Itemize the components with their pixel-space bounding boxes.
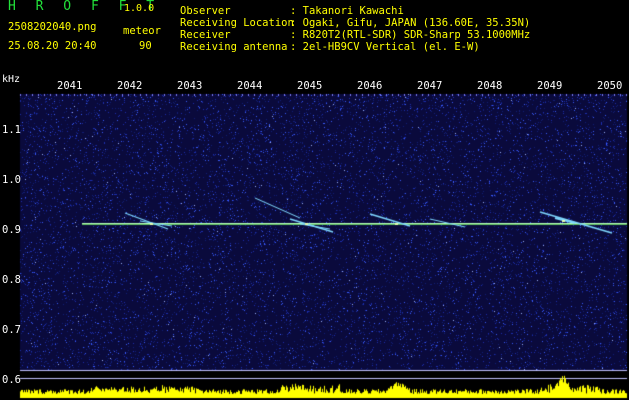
observer-value: : Takanori Kawachi <box>290 5 404 17</box>
freq-tick: 0.6 <box>2 374 21 386</box>
spectrogram-canvas <box>0 0 629 400</box>
meteor-label: meteor <box>123 25 161 37</box>
time-tick: 2047 <box>417 80 443 92</box>
hroft-screen: H R O F F T 1.0.0 2508202040.png 25.08.2… <box>0 0 629 400</box>
time-tick: 2043 <box>177 80 203 92</box>
freq-tick: 0.8 <box>2 274 21 286</box>
freq-tick: 1.0 <box>2 174 21 186</box>
time-tick: 2046 <box>357 80 383 92</box>
time-tick: 2042 <box>117 80 143 92</box>
location-value: : Ogaki, Gifu, JAPAN (136.60E, 35.35N) <box>290 17 531 29</box>
receiver-value: : R820T2(RTL-SDR) SDR-Sharp 53.1000MHz <box>290 29 531 41</box>
receiver-label: Receiver <box>180 29 231 41</box>
time-tick: 2050 <box>597 80 623 92</box>
time-tick: 2044 <box>237 80 263 92</box>
time-tick: 2045 <box>297 80 323 92</box>
time-tick: 2041 <box>57 80 83 92</box>
antenna-label: Receiving antenna <box>180 41 288 53</box>
freq-unit-label: kHz <box>2 74 21 85</box>
freq-tick: 1.1 <box>2 124 21 136</box>
meteor-count: 90 <box>139 40 152 52</box>
time-tick: 2049 <box>537 80 563 92</box>
time-tick: 2048 <box>477 80 503 92</box>
date-time: 25.08.20 20:40 <box>8 40 97 52</box>
antenna-value: : 2el-HB9CV Vertical (el. E-W) <box>290 41 480 53</box>
app-version: 1.0.0 <box>124 3 155 14</box>
location-label: Receiving Location <box>180 17 294 29</box>
freq-tick: 0.7 <box>2 324 21 336</box>
freq-tick: 0.9 <box>2 224 21 236</box>
observer-label: Observer <box>180 5 231 17</box>
file-name: 2508202040.png <box>8 21 97 33</box>
